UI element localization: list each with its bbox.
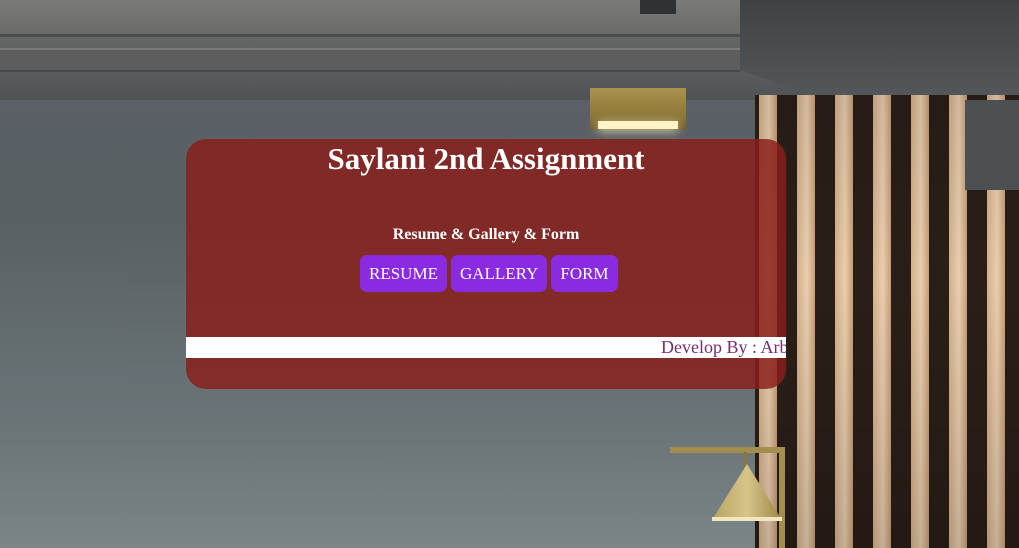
ceiling-beam: [640, 0, 676, 14]
floor-lamp-stem: [744, 452, 747, 466]
nav-buttons: RESUME GALLERY FORM: [360, 255, 618, 292]
floor-lamp-arm: [670, 447, 785, 453]
form-button[interactable]: FORM: [551, 255, 618, 292]
marquee-bar: Develop By : Arb: [186, 337, 786, 358]
assignment-card: Saylani 2nd Assignment Resume & Gallery …: [186, 139, 786, 389]
ceiling-trim: [0, 48, 740, 72]
floor-lamp-shade-rim: [712, 517, 782, 521]
gallery-button[interactable]: GALLERY: [450, 255, 548, 292]
wall-cabinet: [965, 100, 1019, 190]
page-title: Saylani 2nd Assignment: [327, 141, 645, 176]
developer-credit: Develop By : Arb: [661, 337, 786, 357]
floor-lamp-pole: [779, 447, 785, 548]
ceiling-light-glow: [598, 121, 678, 129]
resume-button[interactable]: RESUME: [360, 255, 447, 292]
page-subtitle: Resume & Gallery & Form: [392, 226, 580, 243]
